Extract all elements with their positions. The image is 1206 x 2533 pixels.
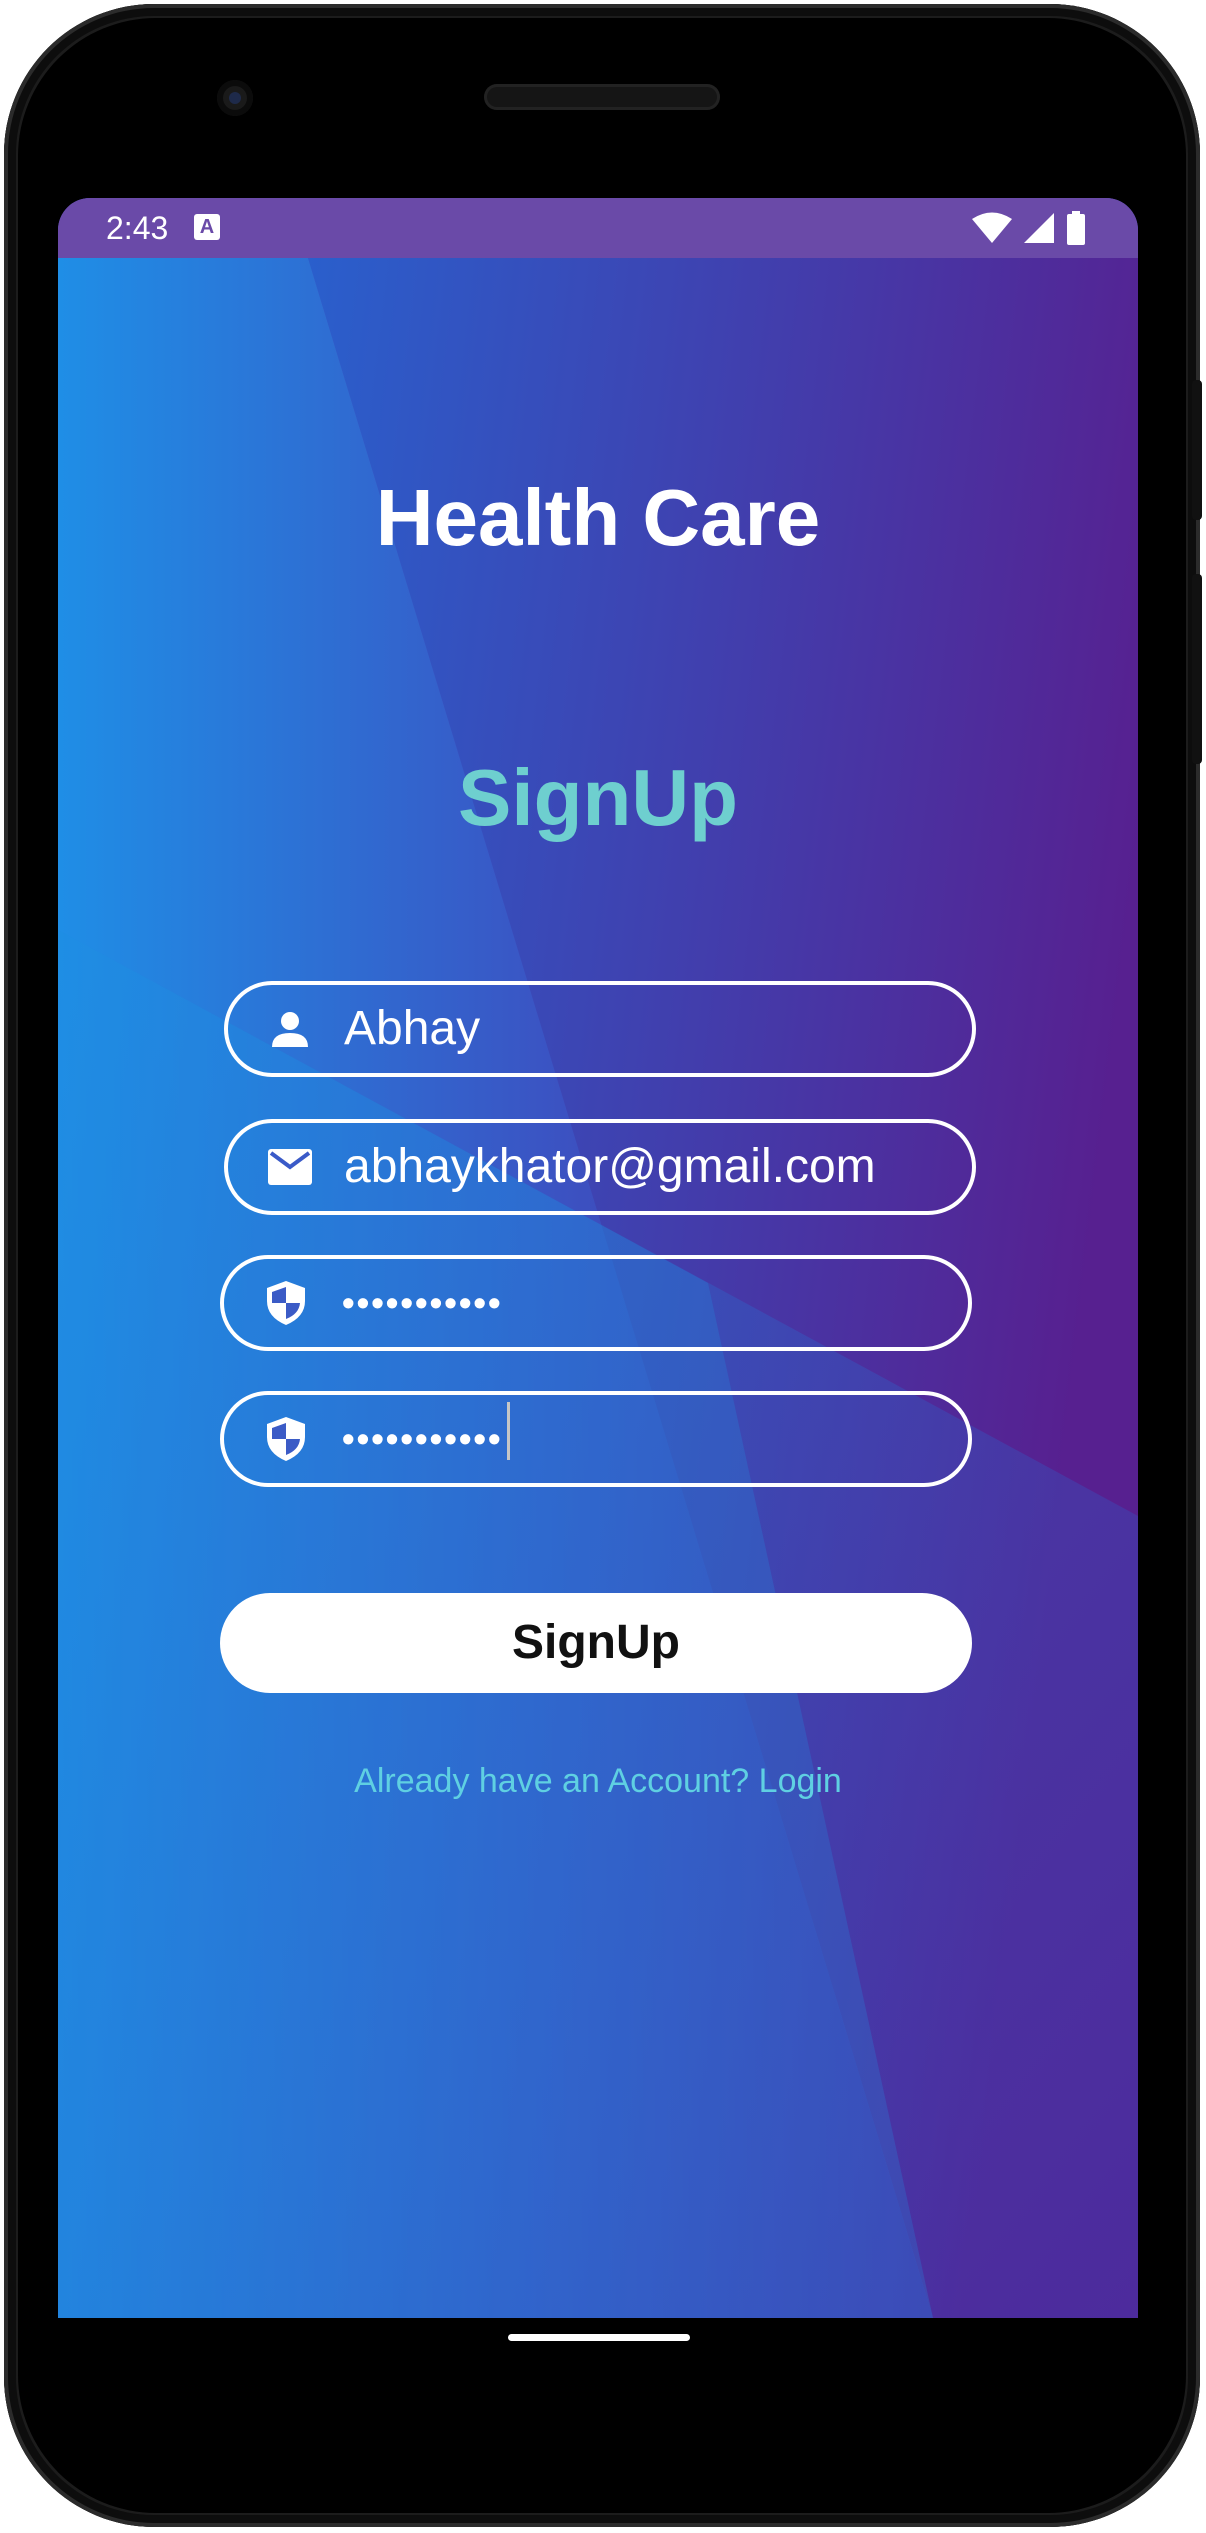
signup-button[interactable]: SignUp bbox=[220, 1593, 972, 1693]
mail-icon bbox=[268, 1149, 312, 1185]
signal-icon bbox=[1024, 213, 1054, 243]
password-value: ••••••••••• bbox=[342, 1282, 503, 1323]
login-link[interactable]: Already have an Account? Login bbox=[58, 1761, 1138, 1801]
notification-a-icon: A bbox=[194, 214, 220, 240]
email-field[interactable]: abhaykhator@gmail.com bbox=[224, 1119, 976, 1215]
home-gesture-handle[interactable] bbox=[508, 2334, 690, 2341]
app-title: Health Care bbox=[375, 473, 821, 562]
earpiece-speaker bbox=[484, 84, 720, 110]
confirm-password-value: ••••••••••• bbox=[342, 1418, 503, 1459]
username-value: Abhay bbox=[344, 1002, 481, 1055]
person-icon bbox=[272, 1012, 308, 1047]
screen: 2:43 A Health Care SignUp Abhay abhaykha… bbox=[58, 198, 1138, 2318]
navigation-bar bbox=[58, 2318, 1138, 2378]
signup-heading: SignUp bbox=[458, 753, 738, 842]
confirm-password-row: ••••••••••• bbox=[342, 1402, 510, 1461]
wifi-icon bbox=[972, 212, 1012, 243]
confirm-password-field[interactable]: ••••••••••• bbox=[220, 1391, 972, 1487]
status-icons bbox=[972, 210, 1086, 246]
username-field[interactable]: Abhay bbox=[224, 981, 976, 1077]
power-button bbox=[1192, 574, 1202, 764]
status-time: 2:43 bbox=[106, 210, 169, 246]
front-camera bbox=[217, 80, 253, 116]
battery-icon bbox=[1067, 211, 1085, 245]
shield-icon bbox=[267, 1417, 305, 1461]
status-bar: 2:43 A bbox=[58, 198, 1138, 258]
text-cursor bbox=[506, 1402, 510, 1461]
email-value: abhaykhator@gmail.com bbox=[344, 1140, 876, 1193]
volume-button bbox=[1192, 380, 1202, 520]
shield-icon bbox=[267, 1281, 305, 1325]
password-field[interactable]: ••••••••••• bbox=[220, 1255, 972, 1351]
